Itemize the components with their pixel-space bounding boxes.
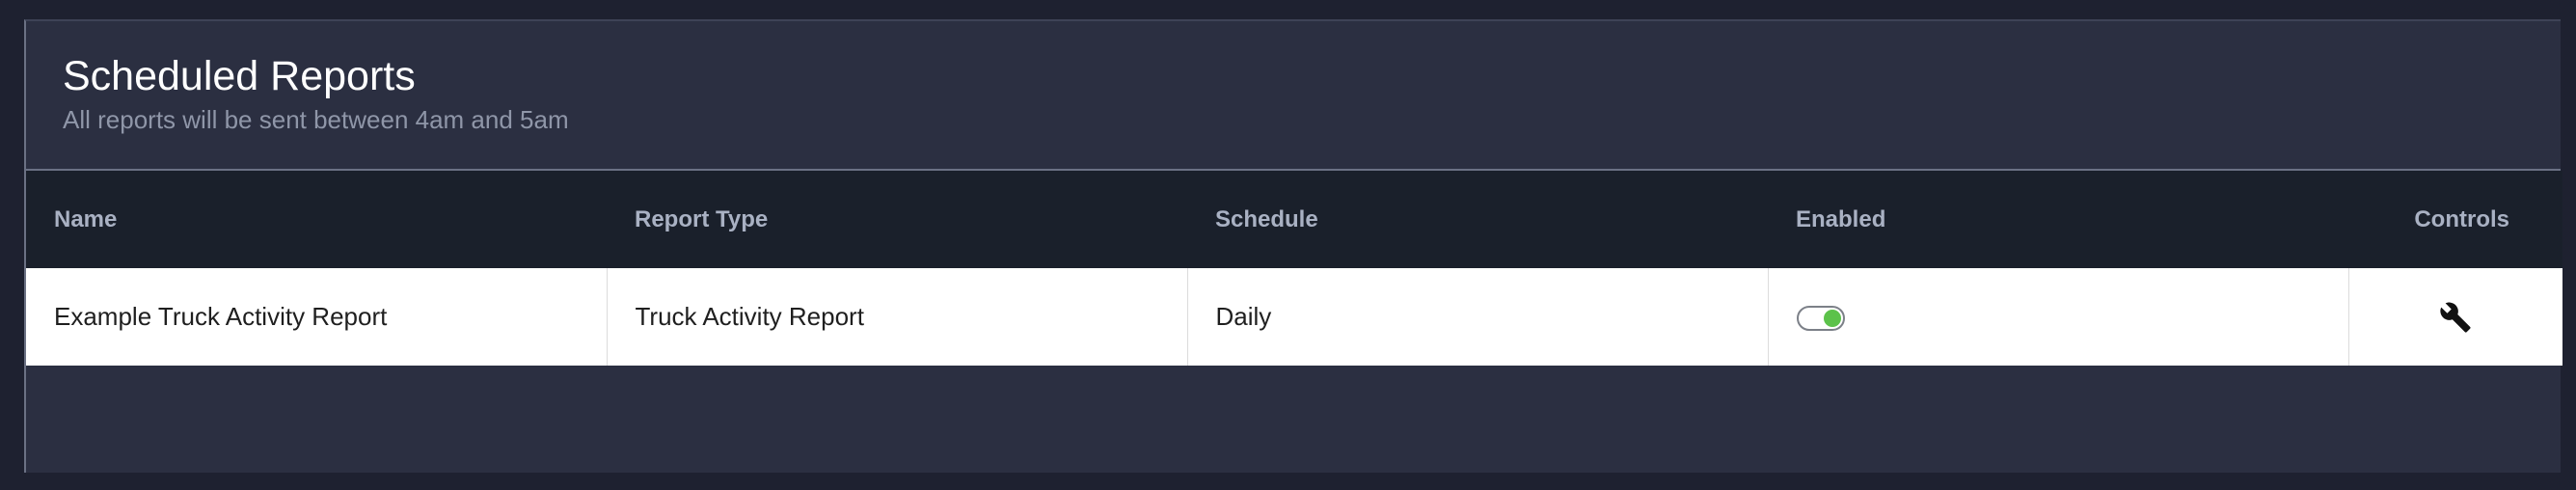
cell-name: Example Truck Activity Report [26, 268, 608, 366]
wrench-icon[interactable] [2439, 301, 2472, 334]
enabled-toggle[interactable] [1796, 306, 1845, 332]
page-title: Scheduled Reports [63, 53, 416, 99]
reports-table: Name Report Type Schedule Enabled Contro… [26, 171, 2562, 366]
cell-controls [2348, 268, 2562, 366]
cell-enabled [1768, 268, 2349, 366]
column-header-report-type[interactable]: Report Type [607, 171, 1187, 268]
column-header-controls: Controls [2348, 171, 2562, 268]
column-header-name[interactable]: Name [26, 171, 607, 268]
column-header-enabled[interactable]: Enabled [1768, 171, 2348, 268]
cell-report-type: Truck Activity Report [607, 268, 1188, 366]
panel-header: Scheduled Reports All reports will be se… [26, 21, 2561, 171]
toggle-knob [1823, 310, 1841, 328]
table-row: Example Truck Activity Report Truck Acti… [26, 268, 2562, 366]
cell-schedule: Daily [1187, 268, 1769, 366]
column-header-schedule[interactable]: Schedule [1187, 171, 1768, 268]
page-subtitle: All reports will be sent between 4am and… [63, 105, 569, 134]
scheduled-reports-panel: Scheduled Reports All reports will be se… [24, 19, 2562, 473]
table-header-row: Name Report Type Schedule Enabled Contro… [26, 171, 2562, 268]
